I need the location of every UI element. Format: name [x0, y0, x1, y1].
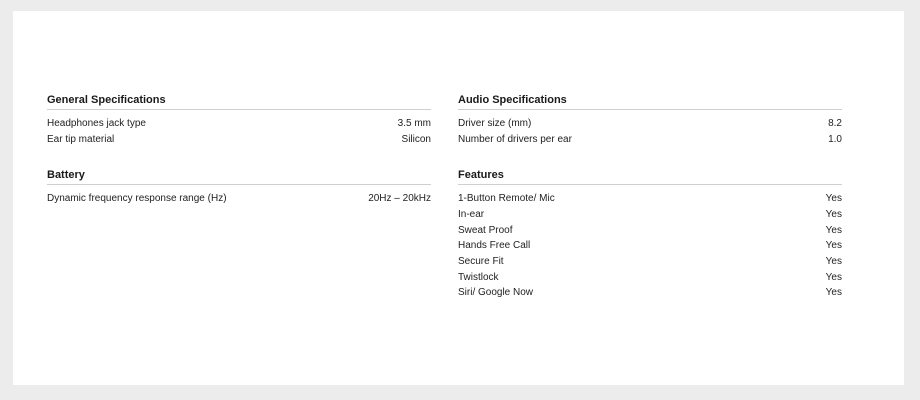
- spec-label: Number of drivers per ear: [458, 134, 572, 146]
- spec-row: Siri/ Google Now Yes: [458, 285, 842, 301]
- spec-value: 1.0: [828, 134, 842, 146]
- spec-row: Driver size (mm) 8.2: [458, 116, 842, 132]
- spec-value: 3.5 mm: [397, 118, 431, 130]
- spec-value: Yes: [825, 209, 842, 221]
- spec-value: 20Hz – 20kHz: [368, 193, 431, 205]
- section-title: Battery: [47, 168, 431, 185]
- spec-row: Ear tip material Silicon: [47, 132, 431, 148]
- specs-card: General Specifications Headphones jack t…: [13, 11, 904, 385]
- spec-row: Number of drivers per ear 1.0: [458, 132, 842, 148]
- battery-section: Battery Dynamic frequency response range…: [47, 168, 431, 207]
- spec-label: Headphones jack type: [47, 118, 146, 130]
- spec-label: Secure Fit: [458, 256, 504, 268]
- section-title: Features: [458, 168, 842, 185]
- section-title: Audio Specifications: [458, 93, 842, 110]
- spec-list: 1-Button Remote/ Mic Yes In-ear Yes Swea…: [458, 191, 842, 301]
- spec-row: Headphones jack type 3.5 mm: [47, 116, 431, 132]
- audio-specifications-section: Audio Specifications Driver size (mm) 8.…: [458, 93, 842, 147]
- spec-row: Secure Fit Yes: [458, 254, 842, 270]
- spec-value: Yes: [825, 193, 842, 205]
- spec-value: Yes: [825, 256, 842, 268]
- spec-value: Yes: [825, 240, 842, 252]
- spec-label: 1-Button Remote/ Mic: [458, 193, 555, 205]
- spec-value: 8.2: [828, 118, 842, 130]
- spec-label: Hands Free Call: [458, 240, 531, 252]
- spec-label: Driver size (mm): [458, 118, 532, 130]
- spec-row: Twistlock Yes: [458, 269, 842, 285]
- spec-label: Twistlock: [458, 271, 499, 283]
- spec-row: In-ear Yes: [458, 207, 842, 223]
- spec-row: Dynamic frequency response range (Hz) 20…: [47, 191, 431, 207]
- spec-row: Hands Free Call Yes: [458, 238, 842, 254]
- spec-row: Sweat Proof Yes: [458, 222, 842, 238]
- spec-label: In-ear: [458, 209, 485, 221]
- spec-value: Silicon: [401, 134, 431, 146]
- spec-row: 1-Button Remote/ Mic Yes: [458, 191, 842, 207]
- spec-label: Dynamic frequency response range (Hz): [47, 193, 227, 205]
- section-title: General Specifications: [47, 93, 431, 110]
- spec-list: Driver size (mm) 8.2 Number of drivers p…: [458, 116, 842, 147]
- spec-label: Sweat Proof: [458, 224, 513, 236]
- spec-list: Dynamic frequency response range (Hz) 20…: [47, 191, 431, 207]
- spec-value: Yes: [825, 287, 842, 299]
- spec-list: Headphones jack type 3.5 mm Ear tip mate…: [47, 116, 431, 147]
- spec-value: Yes: [825, 271, 842, 283]
- general-specifications-section: General Specifications Headphones jack t…: [47, 93, 431, 147]
- spec-label: Ear tip material: [47, 134, 115, 146]
- features-section: Features 1-Button Remote/ Mic Yes In-ear…: [458, 168, 842, 301]
- spec-value: Yes: [825, 224, 842, 236]
- spec-label: Siri/ Google Now: [458, 287, 534, 299]
